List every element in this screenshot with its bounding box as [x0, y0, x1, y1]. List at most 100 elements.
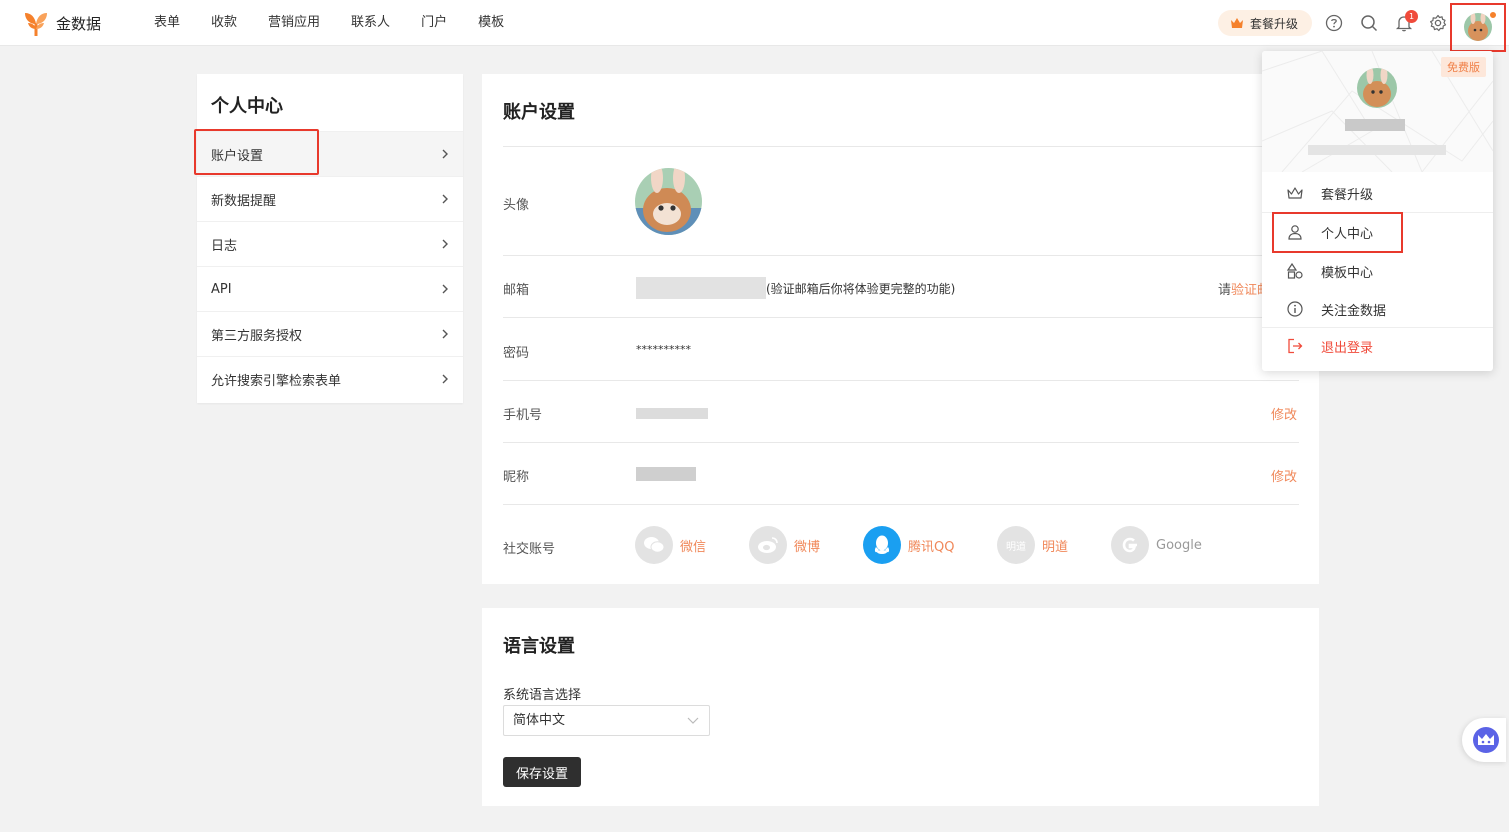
social-accounts-label: 社交账号: [503, 542, 556, 557]
divider: [503, 317, 1299, 318]
mingdao-icon: 明道: [997, 526, 1035, 564]
sidebar-item-api[interactable]: API: [197, 266, 463, 311]
menu-item-label: 套餐升级: [1321, 187, 1374, 203]
social-label: Google: [1156, 537, 1202, 553]
social-mingdao[interactable]: 明道 明道: [997, 526, 1068, 564]
highlight-box-personal-center: [1272, 212, 1403, 253]
email-verify-hint: (验证邮箱后你将体验更完整的功能): [766, 282, 956, 296]
menu-item-label: 退出登录: [1321, 340, 1374, 356]
sidebar-item-new-data-alerts[interactable]: 新数据提醒: [197, 176, 463, 221]
dropdown-avatar: [1357, 68, 1397, 108]
social-qq[interactable]: 腾讯QQ: [863, 526, 954, 564]
avatar: [1464, 13, 1492, 41]
account-settings-card: 账户设置 头像 邮箱 (验证邮箱后你将体验更完整的功能) 请验证邮 密码 ***…: [482, 74, 1319, 584]
search-icon[interactable]: [1358, 12, 1380, 34]
notification-badge: 1: [1405, 10, 1418, 23]
social-wechat[interactable]: 微信: [635, 526, 706, 564]
divider: [503, 146, 1299, 147]
floating-assistant-button[interactable]: [1462, 718, 1506, 762]
password-value: **********: [636, 343, 691, 356]
nav-portal[interactable]: 门户: [421, 0, 447, 46]
help-icon[interactable]: [1323, 12, 1345, 34]
sidebar-item-label: 第三方服务授权: [211, 328, 303, 344]
email-blurred: [1308, 145, 1446, 155]
social-label: 明道: [1042, 539, 1069, 555]
language-selected-value: 简体中文: [513, 713, 566, 728]
sidebar-item-label: 日志: [211, 238, 238, 254]
social-label: 腾讯QQ: [908, 539, 955, 555]
sidebar-item-third-party-auth[interactable]: 第三方服务授权: [197, 311, 463, 356]
divider: [503, 255, 1299, 256]
plan-badge: 免费版: [1441, 57, 1486, 77]
chevron-down-icon: [687, 717, 699, 724]
info-icon: [1286, 300, 1304, 318]
email-value-blurred: [636, 277, 766, 299]
phone-label: 手机号: [503, 408, 543, 423]
sidebar-item-label: 允许搜索引擎检索表单: [211, 373, 342, 389]
logo-icon: [25, 13, 47, 36]
sidebar-item-label: API: [211, 281, 232, 297]
avatar-label: 头像: [503, 198, 530, 213]
brand-logo[interactable]: 金数据: [22, 9, 101, 37]
mingdao-icon-text: 明道: [1006, 541, 1026, 553]
menu-item-template-center[interactable]: 模板中心: [1262, 252, 1493, 290]
notifications-button[interactable]: 1: [1393, 10, 1418, 34]
menu-item-follow[interactable]: 关注金数据: [1262, 290, 1493, 328]
divider: [503, 380, 1299, 381]
personal-center-sidebar: 个人中心 账户设置 新数据提醒 日志 API 第三方服务授权 允许搜索引擎检索表…: [197, 74, 463, 403]
edit-nickname-link[interactable]: 修改: [1271, 466, 1297, 485]
logout-icon: [1286, 337, 1304, 355]
highlight-box-account-settings: [194, 129, 319, 175]
menu-item-label: 关注金数据: [1321, 303, 1387, 319]
assistant-icon: [1473, 727, 1499, 753]
nickname-label: 昵称: [503, 470, 530, 485]
save-settings-button[interactable]: 保存设置: [503, 757, 581, 787]
sidebar-item-label: 新数据提醒: [211, 193, 277, 209]
menu-item-logout[interactable]: 退出登录: [1262, 327, 1493, 365]
verify-prefix: 请: [1218, 283, 1232, 298]
menu-item-upgrade[interactable]: 套餐升级: [1262, 174, 1493, 212]
nav-marketing[interactable]: 营销应用: [268, 0, 320, 46]
profile-avatar[interactable]: [635, 168, 702, 235]
crown-icon: [1286, 184, 1304, 202]
nav-templates[interactable]: 模板: [478, 0, 504, 46]
sidebar-item-logs[interactable]: 日志: [197, 221, 463, 266]
shapes-icon: [1286, 262, 1304, 280]
user-avatar-button[interactable]: [1450, 3, 1506, 52]
edit-phone-link[interactable]: 修改: [1271, 404, 1297, 423]
brand-name: 金数据: [56, 14, 102, 33]
main-nav: 表单 收款 营销应用 联系人 门户 模板: [154, 0, 535, 46]
chevron-right-icon: [442, 374, 448, 384]
upgrade-label: 套餐升级: [1250, 16, 1299, 31]
chevron-right-icon: [442, 284, 448, 294]
profile-dropdown-header: 免费版: [1262, 51, 1493, 172]
email-label: 邮箱: [503, 283, 530, 298]
chevron-right-icon: [442, 194, 448, 204]
social-google[interactable]: Google: [1111, 526, 1202, 564]
sidebar-title: 个人中心: [211, 96, 283, 117]
menu-item-label: 模板中心: [1321, 265, 1374, 281]
weibo-icon: [749, 526, 787, 564]
language-select[interactable]: 简体中文: [503, 705, 710, 736]
language-settings-title: 语言设置: [503, 636, 575, 657]
social-label: 微博: [794, 539, 821, 555]
account-settings-title: 账户设置: [503, 102, 575, 123]
nav-contacts[interactable]: 联系人: [351, 0, 390, 46]
wechat-icon: [635, 526, 673, 564]
qq-icon: [863, 526, 901, 564]
divider: [503, 442, 1299, 443]
chevron-right-icon: [442, 149, 448, 159]
sidebar-item-search-engine-indexing[interactable]: 允许搜索引擎检索表单: [197, 356, 463, 401]
profile-dropdown-menu: 免费版 套餐升级 个人中心 模板中心 关注金数据 退出登录: [1262, 51, 1493, 371]
gear-icon[interactable]: [1427, 12, 1449, 34]
status-dot: [1489, 11, 1497, 19]
social-weibo[interactable]: 微博: [749, 526, 820, 564]
nav-payments[interactable]: 收款: [211, 0, 237, 46]
social-label: 微信: [680, 539, 707, 555]
crown-icon: [1231, 18, 1243, 28]
phone-value-blurred: [636, 408, 708, 419]
upgrade-button[interactable]: 套餐升级: [1218, 10, 1312, 36]
nav-forms[interactable]: 表单: [154, 0, 180, 46]
google-icon: [1111, 526, 1149, 564]
chevron-right-icon: [442, 329, 448, 339]
